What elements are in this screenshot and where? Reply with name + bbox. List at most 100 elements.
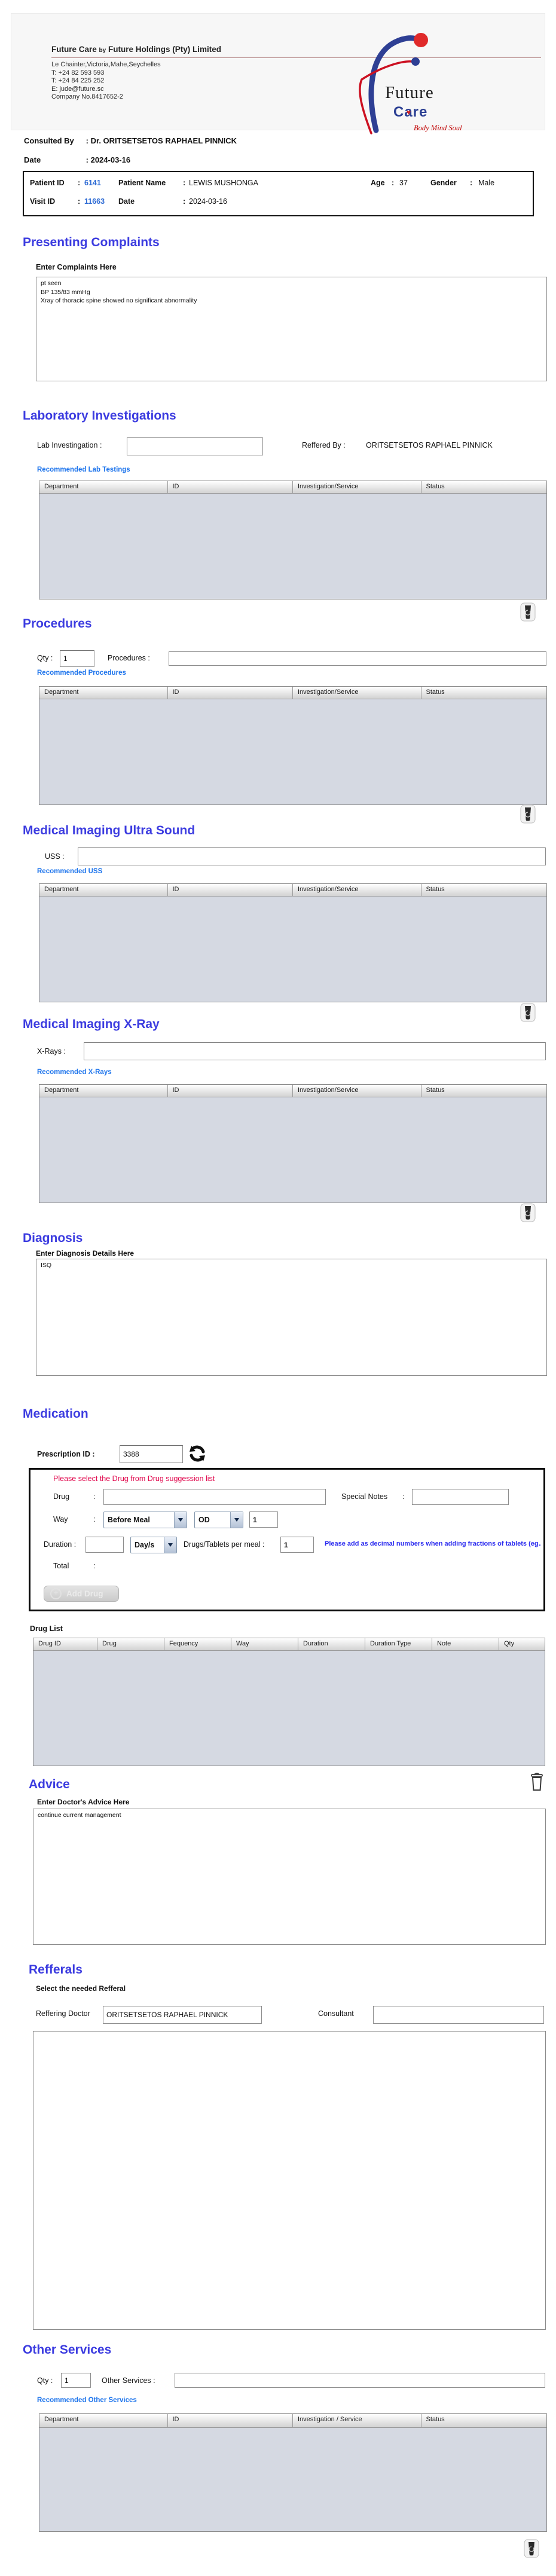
company-address: Le Chainter,Victoria,Mahe,Seychelles xyxy=(51,61,161,68)
gender-label: Gender xyxy=(430,179,457,187)
consultant-label: Consultant xyxy=(318,2009,354,2018)
diagnosis-textarea[interactable]: ISQ xyxy=(36,1259,547,1376)
table-header-row: Drug ID Drug Fequency Way Duration Durat… xyxy=(33,1638,545,1651)
recommended-procedures-link[interactable]: Recommended Procedures xyxy=(37,669,126,677)
xrays-input[interactable] xyxy=(84,1042,546,1060)
table-body-empty xyxy=(39,1097,546,1203)
uss-label: USS : xyxy=(45,852,65,861)
uss-table: Department ID Investigation/Service Stat… xyxy=(39,883,547,1002)
logo-word-future: Future xyxy=(385,83,434,102)
table-body-empty xyxy=(33,1651,545,1766)
column-id: ID xyxy=(168,1085,293,1097)
way-label: Way xyxy=(53,1515,68,1523)
per-meal-input[interactable] xyxy=(280,1537,314,1553)
column-duration: Duration xyxy=(298,1638,365,1650)
trash-icon xyxy=(520,804,536,824)
referring-doctor-input[interactable] xyxy=(103,2006,262,2024)
frequency-select[interactable]: OD xyxy=(194,1512,243,1528)
column-department: Department xyxy=(39,2414,168,2427)
column-id: ID xyxy=(168,2414,293,2427)
colon: : xyxy=(183,197,186,206)
complaints-textarea[interactable]: pt seen BP 135/83 mmHg Xray of thoracic … xyxy=(36,277,547,381)
other-services-table: Department ID Investigation / Service St… xyxy=(39,2413,547,2532)
table-header-row: Department ID Investigation/Service Stat… xyxy=(39,481,546,494)
column-investigation: Investigation/Service xyxy=(293,481,421,493)
logo-word-care: Care ♥ xyxy=(393,104,427,121)
duration-input[interactable] xyxy=(85,1537,124,1553)
referral-list-box[interactable] xyxy=(33,2031,546,2330)
recommended-lab-testings-link[interactable]: Recommended Lab Testings xyxy=(37,466,130,473)
frequency-value: OD xyxy=(198,1516,210,1524)
advice-textarea[interactable]: continue current management xyxy=(33,1809,546,1945)
consultant-input[interactable] xyxy=(373,2006,544,2024)
procedures-label: Procedures : xyxy=(108,654,150,662)
other-services-qty-label: Qty : xyxy=(37,2376,53,2385)
referrals-heading: Refferals xyxy=(29,1963,83,1977)
xray-table: Department ID Investigation/Service Stat… xyxy=(39,1084,547,1203)
xrays-label: X-Rays : xyxy=(37,1047,66,1056)
procedures-table: Department ID Investigation/Service Stat… xyxy=(39,686,547,805)
consultation-page: Future Care by Future Holdings (Pty) Lim… xyxy=(0,0,556,2576)
colon: : xyxy=(402,1492,405,1501)
lab-investigation-input[interactable] xyxy=(127,438,263,455)
xray-heading: Medical Imaging X-Ray xyxy=(23,1017,160,1031)
delete-lab-button[interactable] xyxy=(520,602,536,625)
drug-input[interactable] xyxy=(103,1489,326,1505)
delete-other-services-button[interactable] xyxy=(524,2539,539,2561)
visit-id-label: Visit ID xyxy=(30,197,56,206)
column-id: ID xyxy=(168,884,293,896)
company-phone-1: T: +24 82 593 593 xyxy=(51,69,105,77)
diagnosis-sublabel: Enter Diagnosis Details Here xyxy=(36,1249,135,1258)
patient-id-label: Patient ID xyxy=(30,179,65,187)
drug-suggestion-hint: Please select the Drug from Drug suggess… xyxy=(53,1474,215,1483)
delete-xray-button[interactable] xyxy=(520,1203,536,1225)
chevron-down-icon xyxy=(164,1537,176,1553)
column-department: Department xyxy=(39,1085,168,1097)
recommended-other-services-link[interactable]: Recommended Other Services xyxy=(37,2397,137,2404)
other-services-heading: Other Services xyxy=(23,2343,112,2357)
header: Future Care by Future Holdings (Pty) Lim… xyxy=(11,13,545,134)
prescription-id-input[interactable] xyxy=(120,1445,183,1463)
duration-type-select[interactable]: Day/s xyxy=(130,1537,177,1553)
visit-date-value: 2024-03-16 xyxy=(189,197,227,206)
visit-date-label: Date xyxy=(118,197,135,206)
company-phone-2: T: +24 84 225 252 xyxy=(51,77,105,85)
company-email: E: jude@future.sc xyxy=(51,85,104,93)
lab-investigation-label: Lab Investingation : xyxy=(37,441,102,449)
refresh-icon xyxy=(190,1445,205,1462)
add-drug-button[interactable]: + Add Drug xyxy=(44,1586,119,1602)
refresh-prescription-button[interactable] xyxy=(188,1444,207,1466)
table-header-row: Department ID Investigation/Service Stat… xyxy=(39,1085,546,1097)
recommended-xrays-link[interactable]: Recommended X-Rays xyxy=(37,1069,112,1076)
column-status: Status xyxy=(426,886,445,893)
delete-procedures-button[interactable] xyxy=(520,804,536,827)
colon: : xyxy=(93,1515,96,1523)
special-notes-label: Special Notes xyxy=(341,1492,388,1501)
procedures-input[interactable] xyxy=(169,651,546,666)
way-qty-input[interactable] xyxy=(249,1512,278,1528)
meal-time-select[interactable]: Before Meal xyxy=(103,1512,187,1528)
prescription-id-label: Prescription ID : xyxy=(37,1450,95,1458)
consulted-by-label: Consulted By xyxy=(24,136,74,145)
trash-icon xyxy=(520,1203,536,1222)
column-qty: Qty xyxy=(504,1640,515,1647)
special-notes-input[interactable] xyxy=(412,1489,509,1505)
colon: : xyxy=(93,1562,96,1570)
recommended-uss-link[interactable]: Recommended USS xyxy=(37,868,102,875)
consulted-by-row: Consulted By : Dr. ORITSETSETOS RAPHAEL … xyxy=(24,136,237,145)
referring-doctor-label: Reffering Doctor xyxy=(36,2009,90,2018)
referrals-sublabel: Select the needed Refferal xyxy=(36,1984,126,1993)
complaints-sublabel: Enter Complaints Here xyxy=(36,263,117,271)
delete-advice-button[interactable] xyxy=(528,1772,545,1795)
duration-label: Duration : xyxy=(44,1540,77,1549)
visit-id-value: 11663 xyxy=(84,197,105,206)
uss-input[interactable] xyxy=(78,848,546,865)
other-services-qty-input[interactable] xyxy=(61,2373,91,2388)
table-body-empty xyxy=(39,2428,546,2531)
column-status: Status xyxy=(426,483,445,490)
patient-name-value: LEWIS MUSHONGA xyxy=(189,179,258,187)
procedures-qty-input[interactable] xyxy=(60,650,94,667)
column-frequency: Fequency xyxy=(164,1638,231,1650)
delete-uss-button[interactable] xyxy=(520,1003,536,1025)
other-services-input[interactable] xyxy=(175,2373,545,2388)
